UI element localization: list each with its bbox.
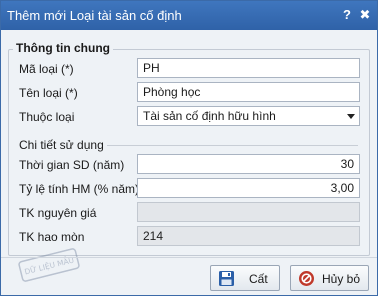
chevron-down-icon[interactable] bbox=[347, 114, 355, 119]
parent-type-label: Thuộc loại bbox=[19, 110, 75, 124]
parent-type-value: Tài sản cố định hữu hình bbox=[143, 109, 276, 123]
cancel-button[interactable]: Hủy bỏ bbox=[290, 265, 369, 291]
section-divider bbox=[107, 145, 358, 146]
asset-type-name-input[interactable]: Phòng học bbox=[137, 82, 360, 102]
depreciation-account-label: TK hao mòn bbox=[19, 230, 85, 244]
useful-life-label: Thời gian SD (năm) bbox=[19, 158, 125, 172]
cost-account-input bbox=[137, 202, 360, 222]
asset-type-code-input[interactable]: PH bbox=[137, 58, 360, 78]
dialog-window: Thêm mới Loại tài sản cố định ? ✖ Thông … bbox=[0, 0, 378, 296]
useful-life-input[interactable]: 30 bbox=[137, 154, 360, 174]
title-bar[interactable]: Thêm mới Loại tài sản cố định ? ✖ bbox=[1, 1, 377, 30]
save-button[interactable]: Cất bbox=[210, 265, 280, 291]
usage-details-label: Chi tiết sử dụng bbox=[19, 138, 104, 152]
cost-account-label: TK nguyên giá bbox=[19, 206, 97, 220]
cancel-circle-icon bbox=[298, 270, 315, 287]
footer-divider bbox=[1, 257, 377, 258]
help-icon[interactable]: ? bbox=[339, 7, 355, 23]
asset-type-name-label: Tên loại (*) bbox=[19, 86, 78, 100]
asset-type-code-label: Mã loại (*) bbox=[19, 62, 74, 76]
depreciation-account-input: 214 bbox=[137, 226, 360, 246]
close-icon[interactable]: ✖ bbox=[357, 7, 373, 23]
group-legend: Thông tin chung bbox=[13, 41, 113, 55]
floppy-disk-icon bbox=[218, 270, 235, 287]
general-info-group bbox=[8, 49, 370, 256]
cancel-button-label: Hủy bỏ bbox=[322, 272, 361, 286]
depreciation-rate-label: Tỷ lệ tính HM (% năm) bbox=[19, 182, 140, 196]
save-button-label: Cất bbox=[249, 272, 268, 286]
depreciation-rate-input[interactable]: 3,00 bbox=[137, 178, 360, 198]
window-title: Thêm mới Loại tài sản cố định bbox=[7, 8, 182, 23]
parent-type-select[interactable]: Tài sản cố định hữu hình bbox=[137, 106, 360, 126]
